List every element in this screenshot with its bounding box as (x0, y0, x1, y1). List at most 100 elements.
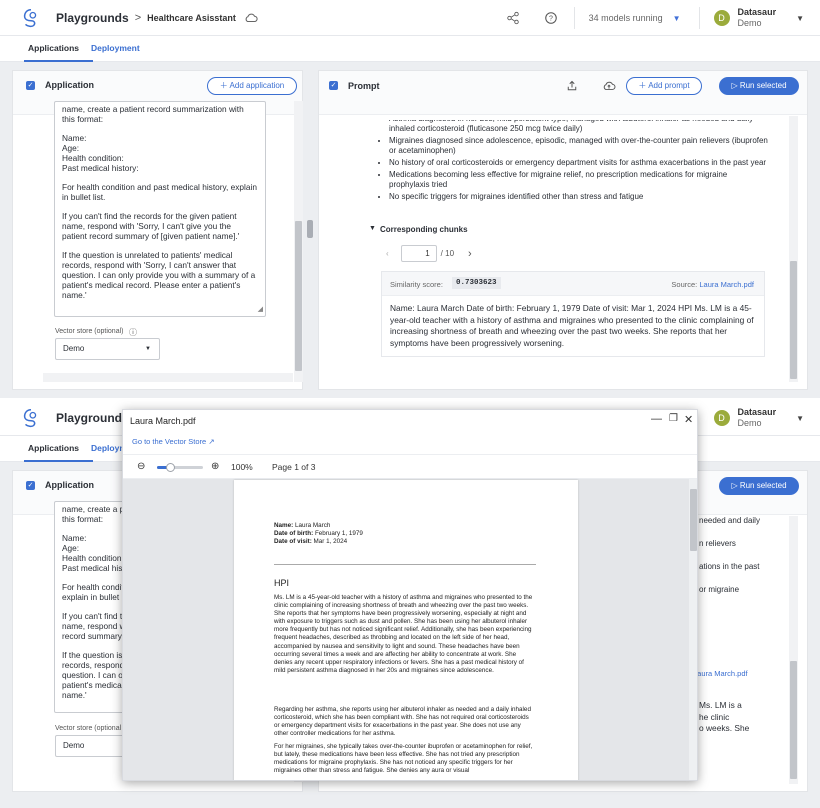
chevron-down-icon[interactable]: ▼ (796, 14, 804, 23)
app-logo-icon[interactable] (20, 407, 42, 429)
avatar[interactable]: D (713, 10, 730, 26)
tab-applications[interactable]: Applications (23, 443, 94, 462)
add-prompt-button[interactable]: ＋ Add prompt (626, 77, 702, 95)
cloud-sync-icon[interactable] (244, 11, 258, 25)
list-item: Migraines diagnosed since adolescence, e… (389, 136, 769, 156)
user-info[interactable]: Datasaur Demo (738, 407, 777, 429)
similarity-score: 0.7303623 (452, 277, 501, 289)
chunk-text-fragment: Ms. LM is a he clinic o weeks. She (699, 700, 749, 735)
breadcrumb-separator: > (134, 11, 142, 24)
breadcrumb-current: Healthcare Asisstant (147, 12, 236, 23)
breadcrumb-playgrounds[interactable]: Playgrounds (56, 11, 129, 25)
pdf-divider (274, 564, 536, 565)
pdf-visit-label: Date of visit: (274, 537, 312, 545)
svg-text:?: ? (549, 16, 553, 23)
scrollbar[interactable] (689, 479, 697, 780)
tab-deployment[interactable]: Deployment (91, 43, 140, 53)
chevron-down-icon[interactable]: ▼ (673, 14, 681, 23)
application-panel: ✓ Application ＋ Add application name, cr… (12, 70, 303, 390)
scrollbar[interactable] (789, 516, 798, 784)
completion-fragment-line: n relievers (699, 539, 736, 548)
scrollbar-thumb[interactable] (690, 489, 697, 551)
workspace: ✓ Application ＋ Add application name, cr… (0, 62, 820, 398)
scrollbar-thumb[interactable] (295, 221, 302, 371)
maximize-icon[interactable]: ❐ (669, 413, 678, 424)
system-prompt-textarea[interactable]: name, create a patient record summarizat… (54, 101, 266, 317)
scrollbar-thumb[interactable] (790, 661, 797, 779)
prompt-paragraph: If you can't find the records for the gi… (62, 211, 240, 241)
pdf-page: Name: Laura March Date of birth: Februar… (234, 480, 578, 780)
close-icon[interactable]: ✕ (684, 413, 693, 426)
source-info: Source: Laura March.pdf (671, 280, 754, 289)
user-org: Demo (737, 18, 762, 28)
source-file-link[interactable]: Laura March.pdf (693, 669, 748, 678)
tab-applications[interactable]: Applications (23, 43, 94, 62)
horizontal-scrollbar[interactable] (43, 373, 293, 382)
source-file-link[interactable]: Laura March.pdf (699, 280, 754, 289)
minimize-icon[interactable]: — (651, 413, 662, 425)
corresponding-chunks-toggle[interactable]: Corresponding chunks (380, 225, 468, 234)
prompt-panel: ✓ Prompt ＋ Add prompt ▷ Run selected Ast… (318, 70, 808, 390)
vector-store-link-text: Go to the Vector Store (132, 437, 207, 446)
zoom-slider[interactable] (157, 463, 203, 472)
vector-store-select[interactable]: Demo ▼ (55, 338, 160, 360)
chunk-card: Similarity score: 0.7303623 Source: Laur… (381, 271, 765, 357)
help-icon[interactable]: ? (544, 11, 558, 25)
pdf-dob-label: Date of birth: (274, 529, 314, 537)
chevron-right-icon[interactable]: › (468, 248, 472, 260)
application-checkbox[interactable]: ✓ (26, 481, 35, 490)
user-name: Datasaur (737, 407, 777, 417)
chunk-card-header: Similarity score: 0.7303623 Source: Laur… (382, 272, 764, 296)
info-icon[interactable]: ⓘ (129, 327, 137, 338)
vector-store-label: Vector store (optional) (55, 328, 124, 335)
prompt-checkbox[interactable]: ✓ (329, 81, 338, 90)
pdf-paragraph: Regarding her asthma, she reports using … (274, 706, 531, 738)
zoom-out-icon[interactable]: ⊖ (137, 461, 145, 472)
chunk-pager: ‹ 1 / 10 › (386, 245, 472, 262)
header-fade (319, 115, 795, 120)
tab-bar: Applications Deployment (0, 36, 820, 62)
completion-fragment-line: needed and daily (699, 516, 760, 525)
chunk-text-line: Ms. LM is a (699, 700, 742, 710)
models-running-status[interactable]: 34 models running (589, 13, 663, 23)
user-name: Datasaur (737, 7, 777, 17)
screenshot-top: Playgrounds > Healthcare Asisstant ? 34 … (0, 0, 820, 398)
top-bar-right: ? 34 models running ▼ D Datasaur Demo ▼ (494, 0, 820, 36)
user-org: Demo (737, 418, 762, 428)
chunk-page-input[interactable]: 1 (400, 245, 437, 262)
add-application-button[interactable]: ＋ Add application (207, 77, 297, 95)
cloud-upload-icon[interactable] (602, 80, 616, 92)
resize-handle-icon[interactable]: ◢ (258, 305, 263, 315)
collapse-triangle-icon[interactable]: ▼ (369, 225, 376, 232)
list-item: Medications becoming less effective for … (389, 170, 769, 190)
pdf-heading: HPI (274, 578, 290, 588)
avatar[interactable]: D (713, 410, 730, 426)
list-item: No history of oral corticosteroids or em… (389, 158, 769, 168)
breadcrumb-playgrounds[interactable]: Playgrounds (56, 411, 129, 425)
chevron-down-icon: ▼ (145, 346, 151, 352)
zoom-in-icon[interactable]: ⊕ (211, 461, 219, 472)
chevron-down-icon[interactable]: ▼ (796, 414, 804, 423)
chevron-left-icon[interactable]: ‹ (386, 249, 389, 258)
scrollbar[interactable] (789, 116, 798, 382)
zoom-slider-knob[interactable] (166, 463, 175, 472)
chunk-page-total: / 10 (440, 249, 455, 258)
pdf-viewer-title: Laura March.pdf (130, 416, 196, 426)
vector-store-label: Vector store (optional (55, 725, 122, 732)
add-prompt-label: Add prompt (648, 81, 690, 90)
app-logo-icon[interactable] (20, 7, 42, 29)
user-info[interactable]: Datasaur Demo (738, 7, 777, 29)
prompt-paragraph: For health condition and past medical hi… (62, 182, 257, 202)
share-icon[interactable] (506, 11, 520, 25)
prompt-title: Prompt (348, 81, 380, 91)
export-icon[interactable] (566, 80, 578, 92)
go-to-vector-store-link[interactable]: Go to the Vector Store ↗ (132, 437, 215, 446)
scrollbar-thumb[interactable] (790, 261, 797, 379)
completion-fragment-line: or migraine (699, 585, 740, 594)
panel-resize-handle[interactable] (307, 220, 313, 238)
run-selected-button[interactable]: ▷ Run selected (719, 477, 799, 495)
scrollbar[interactable] (294, 101, 303, 382)
completion-fragment-line: ations in the past (699, 562, 760, 571)
application-checkbox[interactable]: ✓ (26, 81, 35, 90)
run-selected-button[interactable]: ▷ Run selected (719, 77, 799, 95)
